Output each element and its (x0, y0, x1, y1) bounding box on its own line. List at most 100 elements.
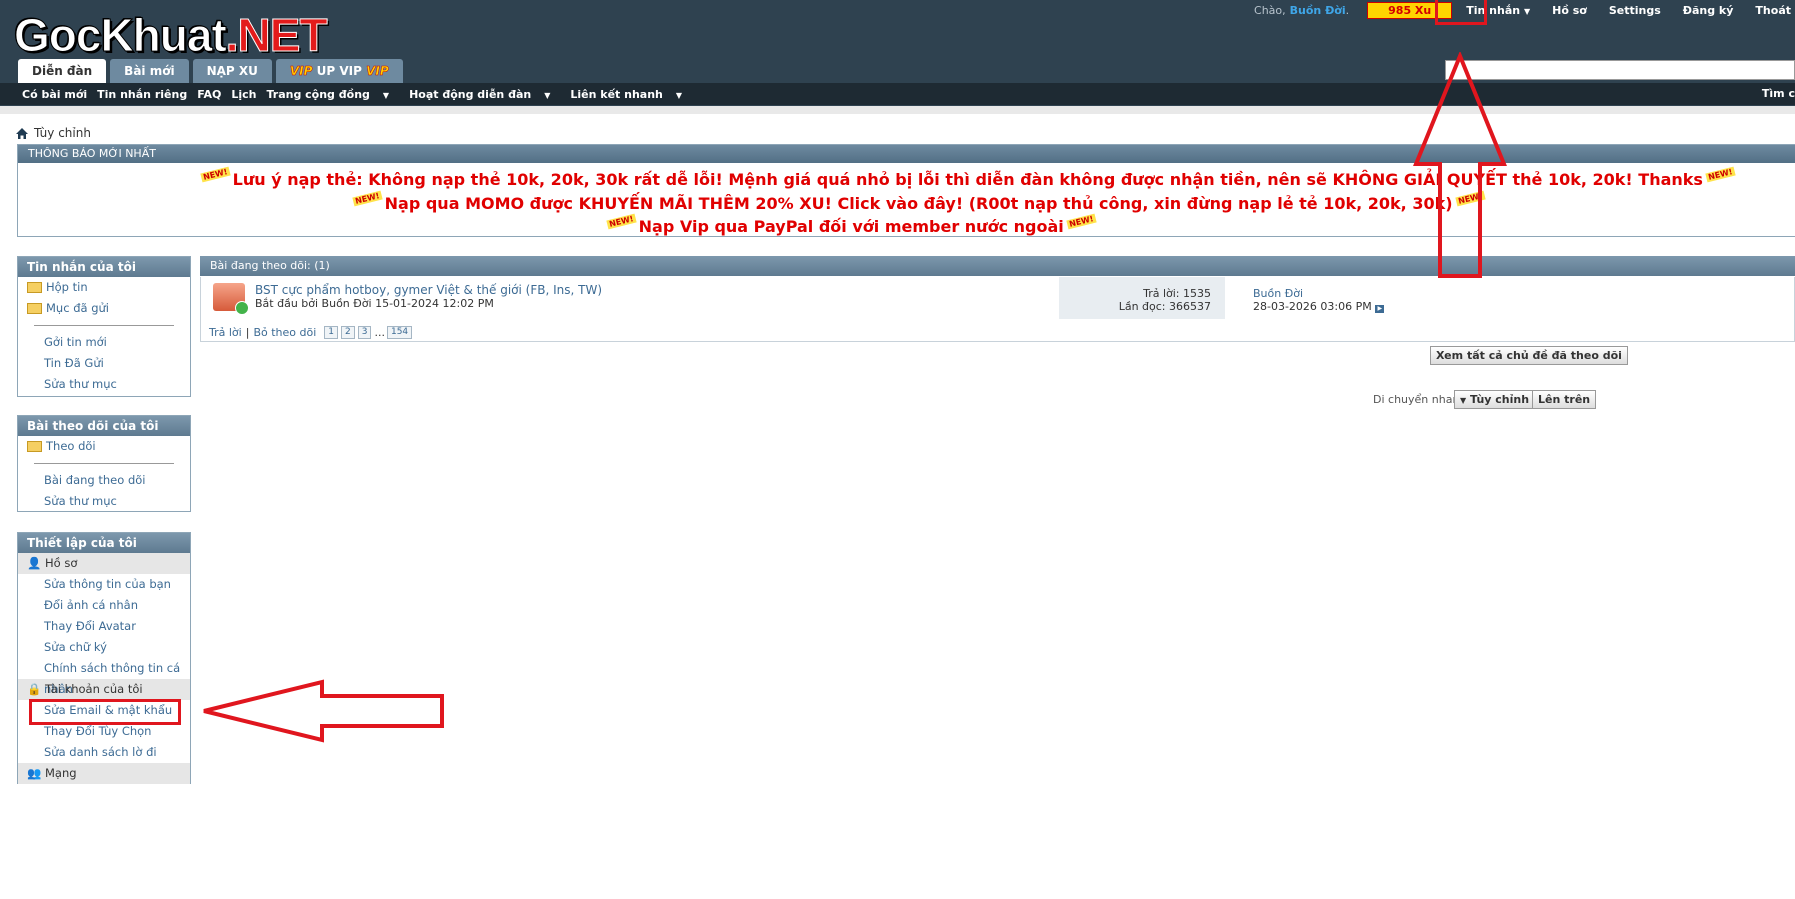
folder-icon (27, 441, 42, 452)
sidebar-item-inbox[interactable]: Hộp tin (18, 277, 190, 298)
sidebar-item-signature[interactable]: Sửa chữ ký (18, 637, 190, 658)
subnav-new-posts[interactable]: Có bài mới (22, 88, 87, 101)
chevron-down-icon: ▼ (1523, 6, 1531, 16)
breadcrumb: Tùy chỉnh (16, 126, 91, 140)
chevron-down-icon: ▼ (675, 90, 683, 100)
subnav-forum-actions[interactable]: Hoạt động diễn đàn ▼ (409, 88, 560, 101)
last-post-user[interactable]: Buồn Đời (1253, 287, 1384, 300)
sidebar-messages-title: Tin nhắn của tôi (18, 257, 190, 277)
tab-top-up[interactable]: NẠP XU (192, 59, 272, 83)
sidebar-item-new-message[interactable]: Gởi tin mới (18, 332, 190, 353)
home-icon[interactable] (16, 127, 28, 139)
greeting-label: Chào, (1254, 3, 1286, 17)
subnav-community[interactable]: Trang cộng đồng ▼ (266, 88, 399, 101)
tab-new-posts[interactable]: Bài mới (110, 59, 189, 83)
subnav-quick-links[interactable]: Liên kết nhanh ▼ (570, 88, 692, 101)
thread-actions: Trả lời | Bỏ theo dõi 1 2 3 ... 154 (209, 326, 415, 339)
sidebar-item-subscribed[interactable]: Theo dõi (18, 436, 190, 457)
logout-link[interactable]: Thoát (1755, 4, 1791, 17)
profile-link[interactable]: Hồ sơ (1552, 4, 1587, 17)
lock-icon: 🔒 (27, 682, 42, 696)
page-ellipsis: ... (374, 326, 385, 339)
tab-forum[interactable]: Diễn đàn (18, 59, 107, 83)
page-link-3[interactable]: 3 (357, 326, 372, 339)
page-link-last[interactable]: 154 (386, 326, 413, 339)
divider (34, 463, 174, 464)
sidebar-subscriptions-title: Bài theo dõi của tôi (18, 416, 190, 436)
sidebar-item-sent-messages[interactable]: Tin Đã Gửi (18, 353, 190, 374)
sub-navigation: Có bài mới Tin nhắn riêng FAQ Lịch Trang… (0, 83, 1795, 105)
thread-started-by: Bắt đầu bởi Buồn Đời 15-01-2024 12:02 PM (255, 297, 494, 310)
sidebar-item-profile-picture[interactable]: Đổi ảnh cá nhân (18, 595, 190, 616)
sidebar-item-edit-email-password[interactable]: Sửa Email & mật khẩu (18, 700, 190, 721)
tab-vip[interactable]: VIP UP VIP VIP (275, 59, 403, 83)
subnav-calendar[interactable]: Lịch (231, 88, 256, 101)
page-link-2[interactable]: 2 (341, 326, 355, 339)
new-badge-icon: NEW! (1066, 213, 1097, 230)
subnav-private-messages[interactable]: Tin nhắn riêng (97, 88, 187, 101)
user-icon: 👤 (27, 556, 42, 570)
new-badge-icon: NEW! (352, 190, 383, 207)
back-to-top-button[interactable]: Lên trên (1532, 390, 1597, 409)
quick-nav-select[interactable]: ▼ Tùy chỉnh (1454, 390, 1536, 409)
reply-link[interactable]: Trả lời (209, 326, 242, 339)
thread-stats: Trả lời: 1535 Lần đọc: 366537 (1059, 277, 1225, 319)
sidebar-item-edit-folders[interactable]: Sửa thư mục (18, 374, 190, 395)
new-badge-icon: NEW! (200, 166, 231, 183)
sidebar-category-network: 👥 Mạng (18, 763, 190, 784)
go-last-post-icon[interactable]: ▶ (1375, 305, 1385, 313)
announcement-line-3[interactable]: NEW! Nạp Vip qua PayPal đối với member nư… (604, 213, 1098, 236)
header: GocKhuat.NET Chào, Buồn Đời. 985 Xu Tin … (0, 0, 1795, 106)
reply-count: Trả lời: 1535 (1143, 287, 1211, 300)
sidebar-item-subscribed-threads[interactable]: Bài đang theo dõi (18, 470, 190, 491)
sidebar-settings-title: Thiết lập của tôi (18, 533, 190, 553)
folder-icon (27, 282, 42, 293)
sidebar-item-edit-sub-folders[interactable]: Sửa thư mục (18, 491, 190, 512)
top-user-links: Chào, Buồn Đời. 985 Xu Tin nhắn ▼ Hồ sơ … (1254, 0, 1795, 20)
sidebar-item-options[interactable]: Thay Đổi Tùy Chọn (18, 721, 190, 742)
unsubscribe-link[interactable]: Bỏ theo dõi (253, 326, 316, 339)
announcement-title: THÔNG BÁO MỚI NHẤT (18, 145, 1795, 163)
new-badge-icon: NEW! (606, 213, 637, 230)
xu-balance-badge[interactable]: 985 Xu (1367, 1, 1453, 19)
messages-link[interactable]: Tin nhắn ▼ (1466, 4, 1530, 17)
folder-icon (27, 303, 42, 314)
action-divider: | (245, 326, 250, 339)
main-tabs: Diễn đàn Bài mới NẠP XU VIP UP VIP VIP (18, 59, 407, 83)
last-post: Buồn Đời 28-03-2026 03:06 PM ▶ (1253, 287, 1385, 313)
sidebar-category-account: 🔒 Tài khoản của tôi (18, 679, 190, 700)
sidebar-item-ignore-list[interactable]: Sửa danh sách lờ đi (18, 742, 190, 763)
sidebar-category-profile: 👤 Hồ sơ (18, 553, 190, 574)
sidebar-item-edit-profile[interactable]: Sửa thông tin của bạn (18, 574, 190, 595)
settings-link[interactable]: Settings (1609, 4, 1661, 17)
chevron-down-icon: ▼ (544, 90, 551, 100)
arrow-up-icon (1413, 52, 1507, 278)
last-post-time: 28-03-2026 03:06 PM (1253, 300, 1372, 313)
sidebar-subscriptions: Bài theo dõi của tôi Theo dõi Bài đang t… (17, 415, 191, 512)
users-icon: 👥 (27, 766, 42, 780)
new-badge-icon: NEW! (1705, 166, 1736, 183)
view-count: Lần đọc: 366537 (1118, 300, 1211, 313)
arrow-left-icon (203, 679, 444, 743)
sidebar-item-privacy[interactable]: Chính sách thông tin cá nhân (18, 658, 190, 696)
sidebar-item-sent[interactable]: Mục đã gửi (18, 298, 190, 319)
announcement-line-2[interactable]: NEW! Nạp qua MOMO được KHUYẾN MÃI THÊM 20… (350, 190, 1487, 213)
page-link-1[interactable]: 1 (324, 326, 338, 339)
thread-row: BST cực phẩm hotboy, gymer Việt & thế gi… (200, 277, 1795, 342)
view-all-subscribed-button[interactable]: Xem tất cả chủ đề đã theo dõi (1430, 346, 1628, 365)
site-logo[interactable]: GocKhuat.NET (14, 10, 329, 61)
username-link[interactable]: Buồn Đời. (1290, 4, 1353, 17)
thread-title-link[interactable]: BST cực phẩm hotboy, gymer Việt & thế gi… (255, 283, 602, 297)
envelope-icon (213, 283, 249, 315)
subnav-faq[interactable]: FAQ (197, 88, 221, 101)
subscribed-threads-header: Bài đang theo dõi: (1) (200, 256, 1795, 276)
header-divider (0, 106, 1795, 114)
register-link[interactable]: Đăng ký (1683, 4, 1734, 17)
breadcrumb-current: Tùy chỉnh (34, 126, 91, 140)
sidebar-item-avatar[interactable]: Thay Đổi Avatar (18, 616, 190, 637)
chevron-down-icon: ▼ (1460, 396, 1467, 405)
sidebar-settings: Thiết lập của tôi 👤 Hồ sơ Sửa thông tin … (17, 532, 191, 784)
search-label[interactable]: Tìm c (1762, 87, 1795, 100)
sidebar-messages: Tin nhắn của tôi Hộp tin Mục đã gửi Gởi … (17, 256, 191, 397)
chevron-down-icon: ▼ (382, 90, 390, 100)
